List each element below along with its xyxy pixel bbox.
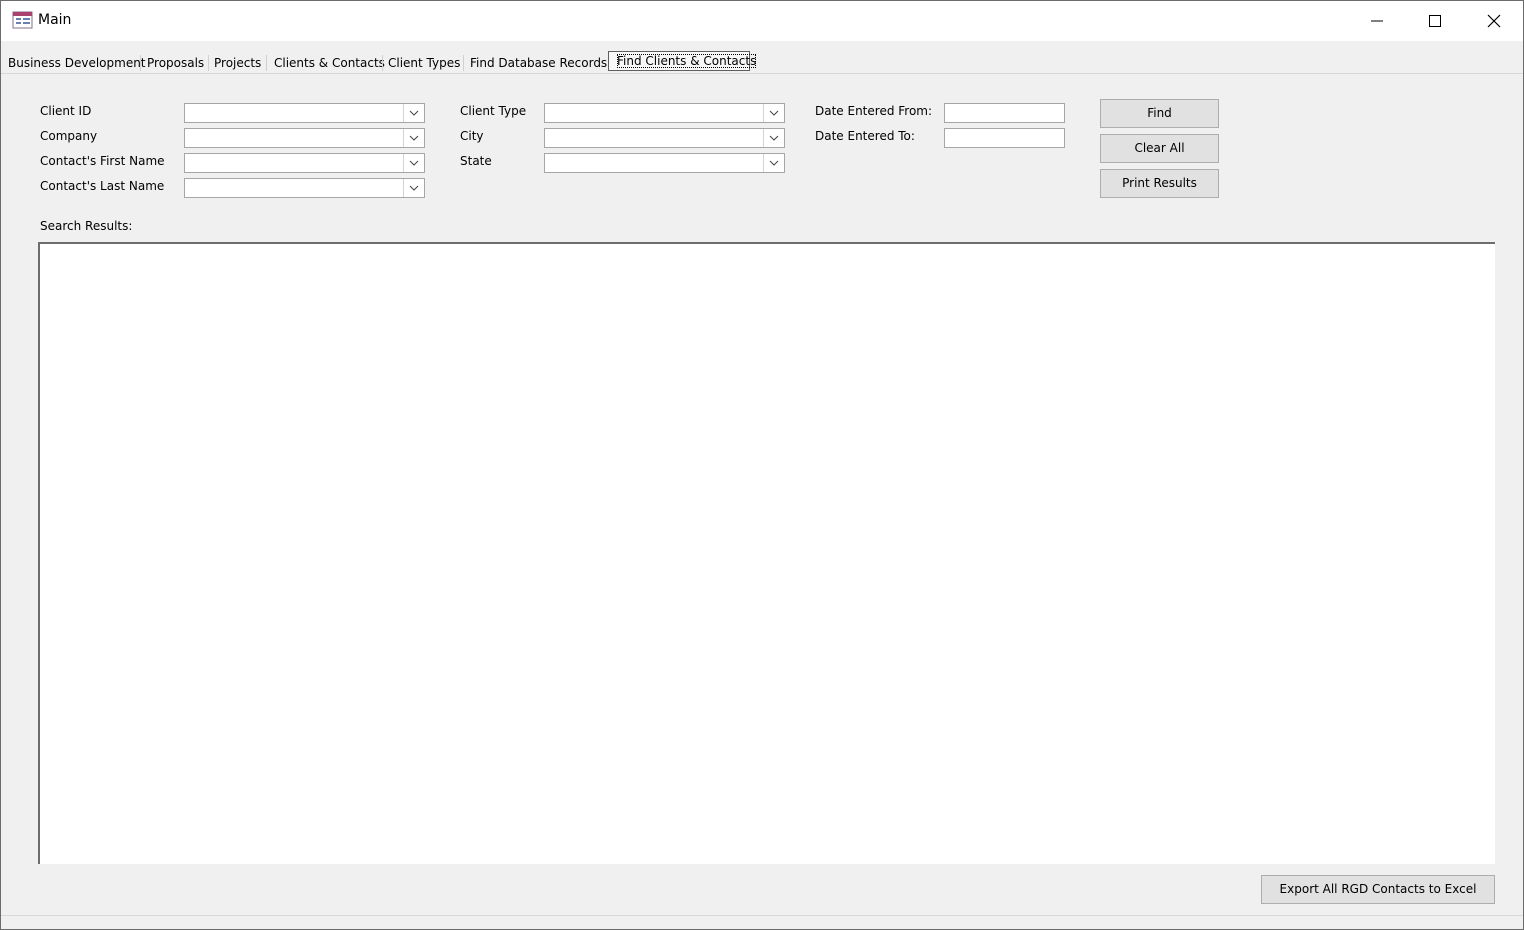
maximize-button[interactable] bbox=[1406, 1, 1464, 41]
date-to-label: Date Entered To: bbox=[815, 129, 915, 143]
tab-separator bbox=[266, 55, 267, 71]
date-from-input[interactable] bbox=[944, 103, 1065, 123]
tab-separator bbox=[140, 55, 141, 71]
first-name-combo[interactable] bbox=[184, 153, 425, 173]
tab-strip: Business Development Proposals Projects … bbox=[1, 51, 1523, 74]
date-from-label: Date Entered From: bbox=[815, 104, 933, 118]
close-icon bbox=[1487, 14, 1501, 28]
tab-projects[interactable]: Projects bbox=[214, 53, 261, 73]
minimize-icon bbox=[1371, 20, 1383, 22]
company-combo[interactable] bbox=[184, 128, 425, 148]
chevron-down-icon bbox=[769, 135, 779, 141]
chevron-down-icon bbox=[409, 135, 419, 141]
tab-separator bbox=[463, 55, 464, 71]
close-button[interactable] bbox=[1465, 1, 1523, 41]
title-bar: Main bbox=[1, 1, 1523, 41]
chevron-down-icon bbox=[409, 110, 419, 116]
status-bar bbox=[1, 915, 1523, 916]
chevron-down-icon bbox=[409, 160, 419, 166]
search-results-list[interactable] bbox=[38, 242, 1495, 864]
first-name-label: Contact's First Name bbox=[40, 154, 165, 168]
company-label: Company bbox=[40, 129, 98, 143]
city-combo[interactable] bbox=[544, 128, 785, 148]
window-title: Main bbox=[38, 12, 72, 28]
print-results-button[interactable]: Print Results bbox=[1100, 169, 1219, 198]
last-name-label: Contact's Last Name bbox=[40, 179, 165, 193]
maximize-icon bbox=[1429, 15, 1441, 27]
state-label: State bbox=[460, 154, 492, 168]
client-type-combo[interactable] bbox=[544, 103, 785, 123]
tab-clients-contacts[interactable]: Clients & Contacts bbox=[274, 53, 385, 73]
tab-find-clients-contacts-label: Find Clients & Contacts bbox=[617, 54, 757, 68]
client-id-dropdown-button[interactable] bbox=[403, 104, 424, 122]
find-button[interactable]: Find bbox=[1100, 99, 1219, 128]
tab-find-clients-contacts[interactable]: Find Clients & Contacts bbox=[608, 51, 757, 71]
client-id-label: Client ID bbox=[40, 104, 92, 118]
last-name-combo[interactable] bbox=[184, 178, 425, 198]
state-combo[interactable] bbox=[544, 153, 785, 173]
city-dropdown-button[interactable] bbox=[763, 129, 784, 147]
last-name-dropdown-button[interactable] bbox=[403, 179, 424, 197]
client-type-label: Client Type bbox=[460, 104, 527, 118]
client-id-combo[interactable] bbox=[184, 103, 425, 123]
city-label: City bbox=[460, 129, 484, 143]
search-results-label: Search Results: bbox=[40, 219, 133, 233]
client-type-dropdown-button[interactable] bbox=[763, 104, 784, 122]
company-dropdown-button[interactable] bbox=[403, 129, 424, 147]
tab-business-development[interactable]: Business Development bbox=[8, 53, 146, 73]
minimize-button[interactable] bbox=[1348, 1, 1406, 41]
tab-separator bbox=[382, 55, 383, 71]
tab-find-database-records[interactable]: Find Database Records bbox=[470, 53, 607, 73]
date-to-input[interactable] bbox=[944, 128, 1065, 148]
tab-client-types[interactable]: Client Types bbox=[388, 53, 460, 73]
state-dropdown-button[interactable] bbox=[763, 154, 784, 172]
chevron-down-icon bbox=[769, 110, 779, 116]
form-icon bbox=[12, 11, 34, 29]
clear-all-button[interactable]: Clear All bbox=[1100, 134, 1219, 163]
chevron-down-icon bbox=[769, 160, 779, 166]
first-name-dropdown-button[interactable] bbox=[403, 154, 424, 172]
tab-separator bbox=[208, 55, 209, 71]
export-contacts-button[interactable]: Export All RGD Contacts to Excel bbox=[1261, 875, 1495, 904]
main-window: Main Business Development Proposals Proj… bbox=[0, 0, 1524, 930]
chevron-down-icon bbox=[409, 185, 419, 191]
tab-proposals[interactable]: Proposals bbox=[147, 53, 204, 73]
